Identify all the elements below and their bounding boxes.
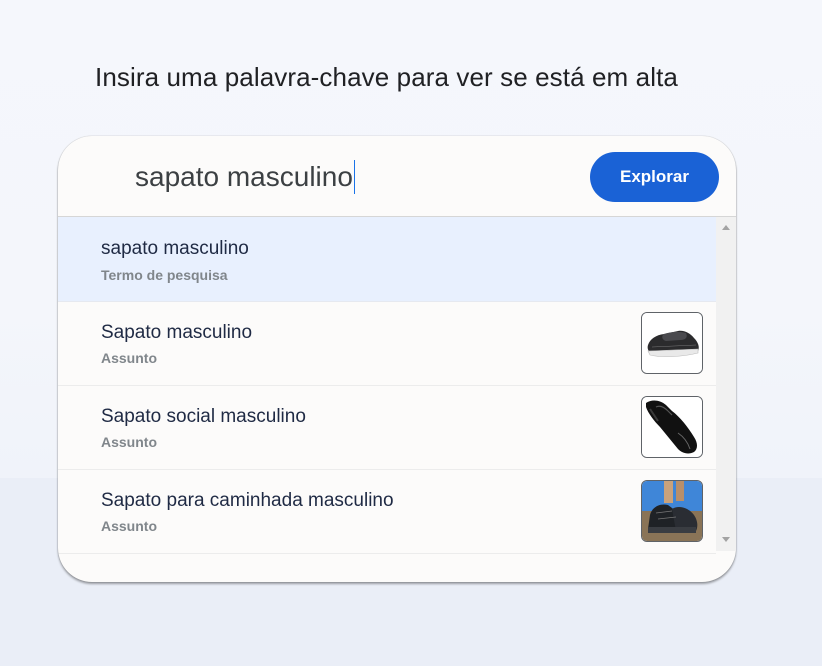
suggestion-item-search-term[interactable]: sapato masculino Termo de pesquisa <box>58 217 716 302</box>
text-caret <box>353 160 355 194</box>
dress-shoe-image <box>641 396 703 458</box>
search-input-text: sapato masculino <box>135 161 353 192</box>
scroll-up-arrow-icon[interactable] <box>722 225 730 230</box>
hiking-shoe-image <box>641 480 703 542</box>
suggestion-type: Termo de pesquisa <box>101 267 228 283</box>
search-input[interactable]: sapato masculino <box>135 158 355 196</box>
scroll-down-arrow-icon[interactable] <box>722 537 730 542</box>
search-bar: sapato masculino Explorar <box>58 136 736 217</box>
suggestion-type: Assunto <box>101 518 157 534</box>
suggestion-title: Sapato social masculino <box>101 406 306 427</box>
suggestion-item-topic[interactable]: Sapato para caminhada masculino Assunto <box>58 470 716 554</box>
suggestion-title: Sapato para caminhada masculino <box>101 490 394 511</box>
explore-button[interactable]: Explorar <box>590 152 719 202</box>
suggestion-item-topic[interactable]: Sapato masculino Assunto <box>58 302 716 386</box>
search-card: sapato masculino Explorar sapato masculi… <box>58 136 736 582</box>
loafer-shoe-image <box>641 312 703 374</box>
suggestion-list: sapato masculino Termo de pesquisa Sapat… <box>58 217 716 554</box>
suggestion-item-topic[interactable]: Sapato social masculino Assunto <box>58 386 716 470</box>
page-heading: Insira uma palavra-chave para ver se est… <box>95 62 678 92</box>
suggestion-type: Assunto <box>101 434 157 450</box>
suggestion-title: Sapato masculino <box>101 322 253 343</box>
suggestion-type: Assunto <box>101 350 157 366</box>
scrollbar[interactable] <box>716 217 736 551</box>
suggestion-title: sapato masculino <box>101 238 249 259</box>
